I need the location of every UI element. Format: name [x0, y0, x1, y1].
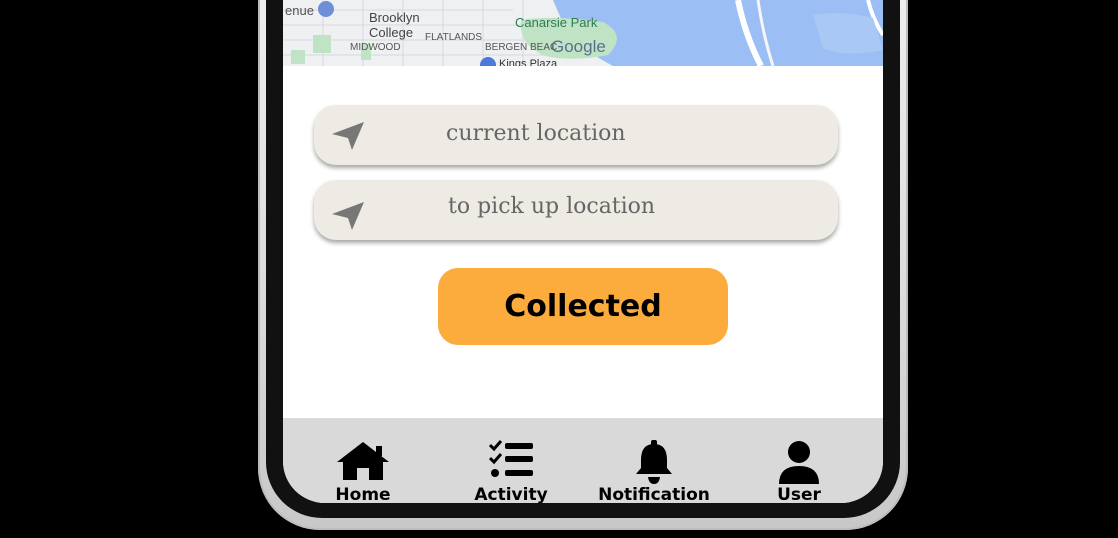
navigation-arrow-icon	[332, 202, 364, 230]
bell-icon	[636, 440, 672, 484]
pickup-location-placeholder: to pick up location	[448, 194, 656, 219]
checklist-icon	[489, 440, 533, 477]
nav-label-activity: Activity	[474, 485, 548, 503]
collected-button[interactable]: Collected	[438, 268, 728, 345]
nav-label-home: Home	[335, 485, 391, 503]
map-label-bergen-beach: BERGEN BEAC	[485, 42, 558, 53]
home-icon	[337, 442, 389, 480]
map-label-kings-plaza: Kings Plaza	[499, 58, 558, 66]
phone-screen: enue Brooklyn College FLATLANDS MIDWOOD …	[283, 0, 883, 503]
map-label-midwood: MIDWOOD	[350, 42, 401, 53]
pickup-location-field[interactable]: to pick up location	[314, 180, 838, 240]
map-view[interactable]: enue Brooklyn College FLATLANDS MIDWOOD …	[283, 0, 883, 66]
bottom-navigation: Home Activity Notification User	[283, 418, 883, 503]
nav-item-home[interactable]: Home	[293, 418, 433, 503]
google-logo: Google	[551, 37, 606, 56]
nav-label-user: User	[777, 485, 821, 503]
map-label-flatlands: FLATLANDS	[425, 32, 483, 43]
map-label-canarsie-park: Canarsie Park	[515, 15, 598, 30]
current-location-field[interactable]: current location	[314, 105, 838, 165]
nav-item-activity[interactable]: Activity	[441, 418, 581, 503]
current-location-placeholder: current location	[446, 121, 626, 146]
nav-item-user[interactable]: User	[729, 418, 869, 503]
map-label-brooklyn-college: Brooklyn College	[369, 10, 420, 40]
map-label-avenue: enue	[285, 3, 314, 18]
navigation-arrow-icon	[332, 122, 364, 150]
user-icon	[779, 441, 819, 484]
nav-label-notification: Notification	[598, 485, 710, 503]
nav-item-notification[interactable]: Notification	[584, 418, 724, 503]
